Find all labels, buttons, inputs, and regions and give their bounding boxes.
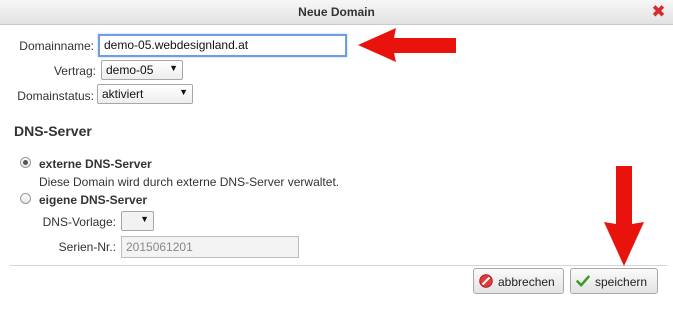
save-label: speichern (595, 275, 648, 289)
footer-divider (10, 265, 667, 266)
own-dns-radio[interactable] (20, 193, 31, 204)
domainstatus-value: aktiviert (102, 87, 144, 101)
dialog-titlebar: Neue Domain ✖ (0, 0, 673, 25)
domainstatus-label: Domainstatus: (17, 89, 94, 103)
dns-vorlage-label: DNS-Vorlage: (42, 215, 116, 229)
chevron-down-icon: ▼ (169, 63, 178, 73)
checkmark-icon (576, 275, 590, 287)
arrow-icon (358, 28, 456, 62)
close-icon[interactable]: ✖ (651, 4, 666, 21)
vertrag-select[interactable]: demo-05 ▼ (101, 60, 183, 80)
external-dns-radio[interactable] (20, 157, 31, 168)
vertrag-value: demo-05 (106, 63, 154, 77)
serial-input[interactable]: 2015061201 (121, 236, 299, 258)
cancel-label: abbrechen (498, 275, 555, 289)
external-dns-description: Diese Domain wird durch externe DNS-Serv… (39, 175, 340, 189)
domainname-label: Domainname: (19, 39, 94, 53)
own-dns-label: eigene DNS-Server (39, 193, 148, 207)
arrow-icon (604, 166, 644, 266)
vertrag-label: Vertrag: (53, 64, 96, 78)
chevron-down-icon: ▼ (140, 214, 149, 224)
serial-label: Serien-Nr.: (58, 240, 116, 254)
save-button[interactable]: speichern (570, 268, 658, 294)
dns-vorlage-select[interactable]: ▼ (121, 211, 154, 231)
dns-section-title: DNS-Server (14, 123, 92, 139)
domainname-input[interactable]: demo-05.webdesignland.at (98, 34, 347, 57)
dialog-title: Neue Domain (298, 5, 375, 19)
cancel-icon (479, 274, 493, 288)
domainstatus-select[interactable]: aktiviert ▼ (97, 84, 193, 104)
external-dns-label: externe DNS-Server (39, 157, 152, 171)
cancel-button[interactable]: abbrechen (473, 268, 564, 294)
chevron-down-icon: ▼ (179, 87, 188, 97)
